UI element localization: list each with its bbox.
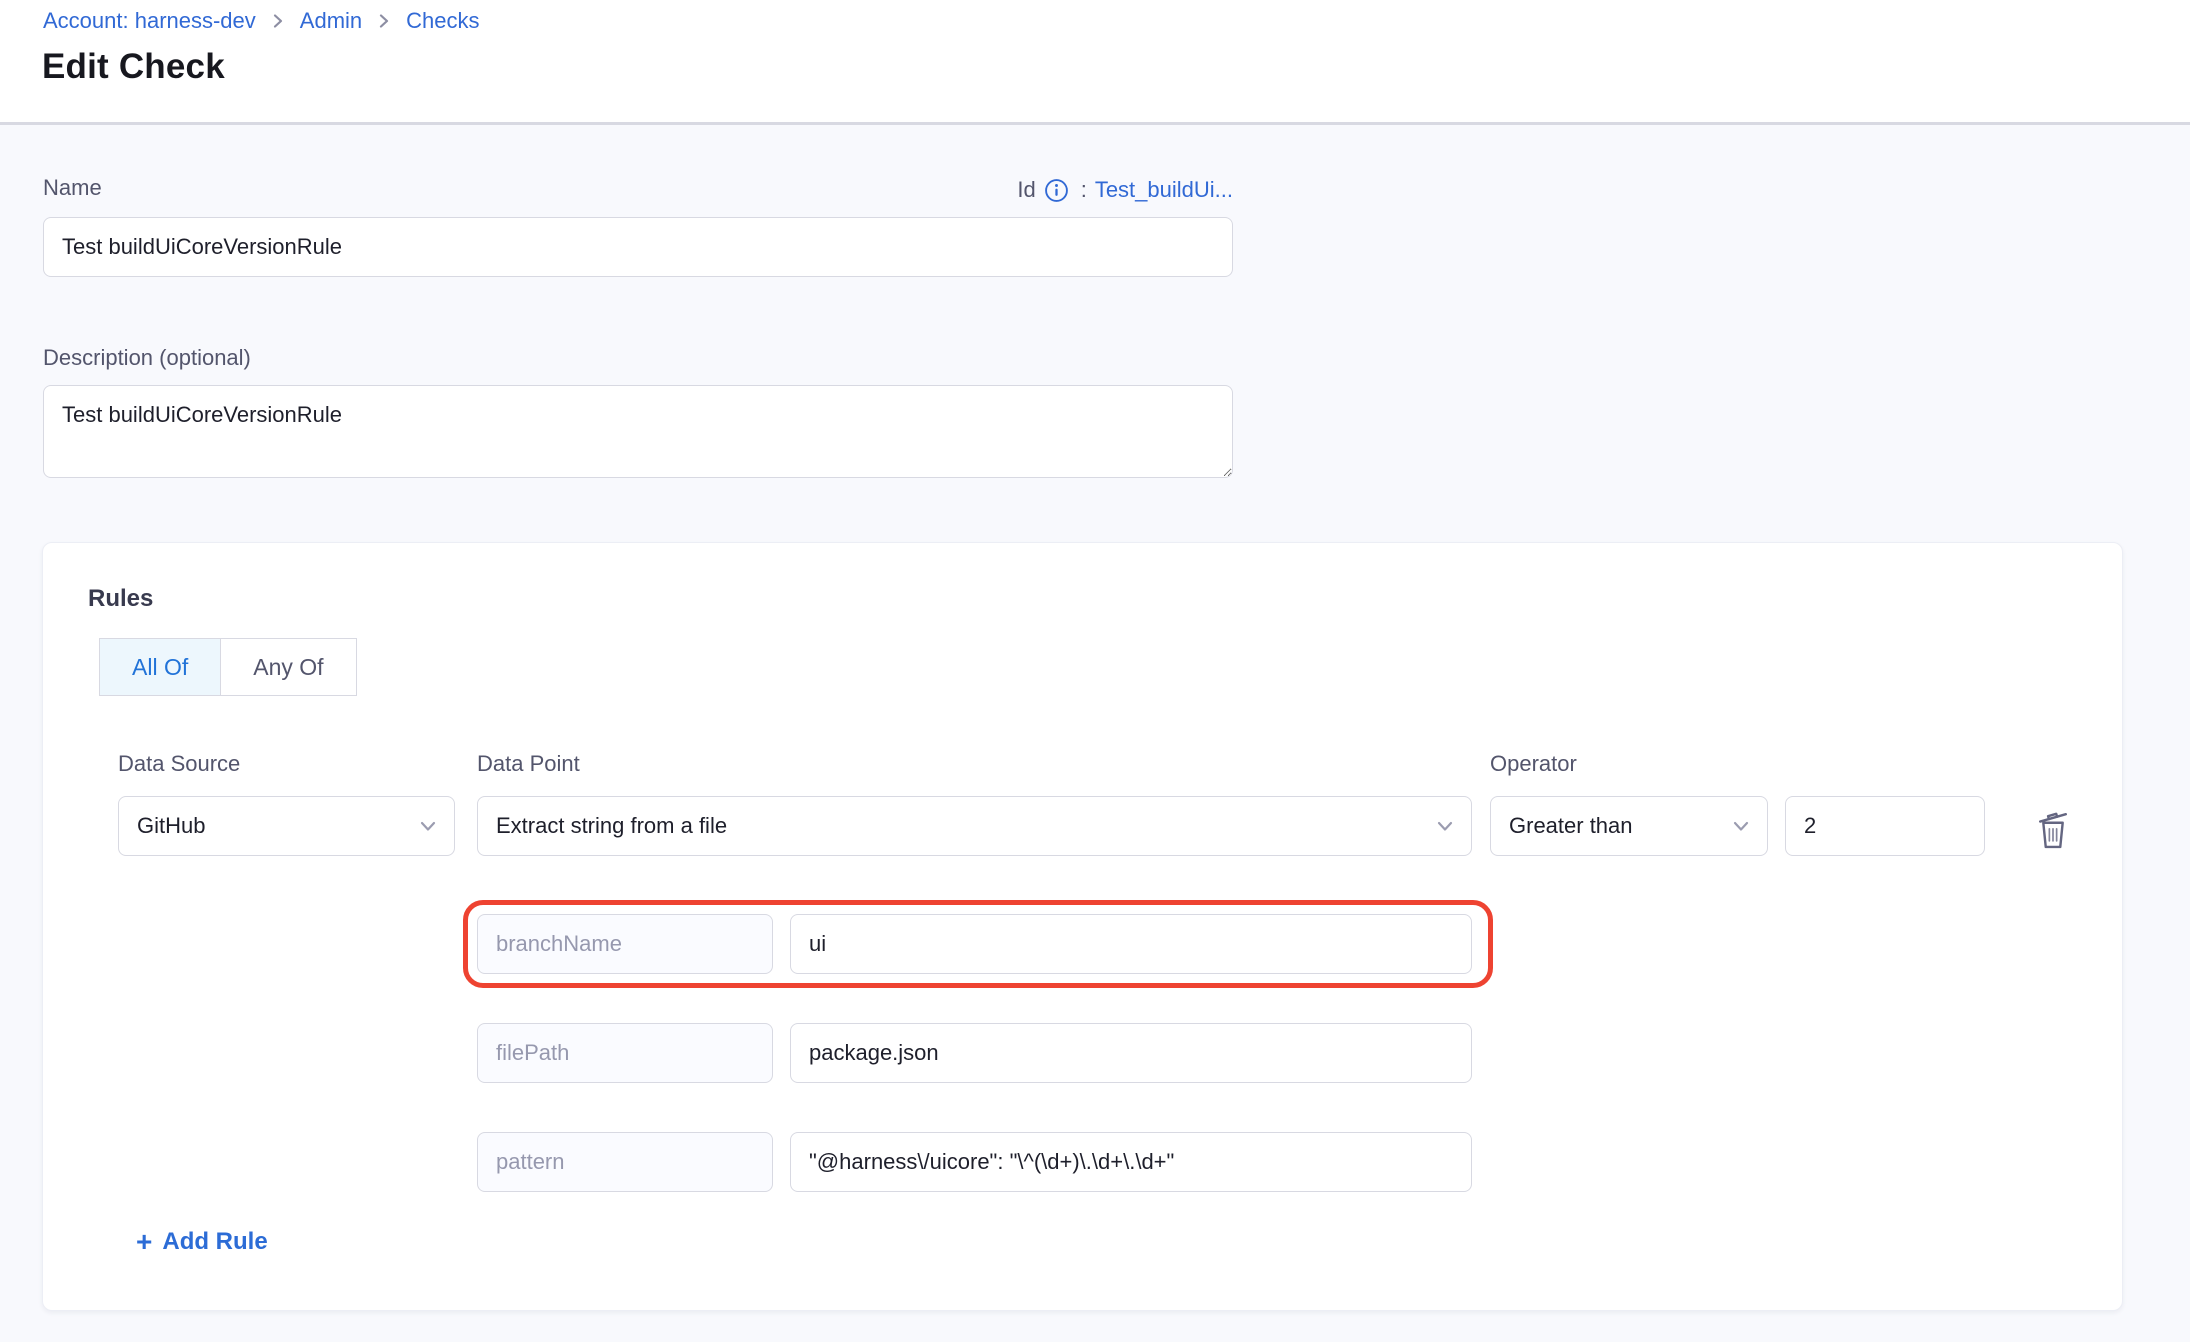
description-label: Description (optional) — [43, 345, 251, 371]
id-label: Id — [1017, 177, 1035, 203]
data-point-value: Extract string from a file — [496, 813, 727, 839]
trash-icon — [2032, 807, 2074, 853]
arg-value-branchname-input[interactable] — [790, 914, 1472, 974]
plus-icon: + — [136, 1228, 152, 1256]
data-source-label: Data Source — [118, 751, 240, 777]
rules-title: Rules — [88, 585, 153, 613]
arg-key-filepath: filePath — [477, 1023, 773, 1083]
data-source-select[interactable]: GitHub — [118, 796, 455, 856]
chevron-right-icon — [376, 13, 392, 29]
operator-select[interactable]: Greater than — [1490, 796, 1768, 856]
chevron-down-icon — [1731, 816, 1751, 836]
breadcrumb-admin-link[interactable]: Admin — [300, 8, 362, 34]
operator-label: Operator — [1490, 751, 1577, 777]
arg-value-filepath-input[interactable] — [790, 1023, 1472, 1083]
data-source-value: GitHub — [137, 813, 205, 839]
add-rule-button[interactable]: + Add Rule — [136, 1228, 268, 1256]
name-input[interactable] — [43, 217, 1233, 277]
arg-value-pattern-input[interactable] — [790, 1132, 1472, 1192]
info-icon[interactable] — [1044, 178, 1069, 203]
chevron-down-icon — [1435, 816, 1455, 836]
breadcrumb: Account: harness-dev Admin Checks — [43, 8, 480, 34]
breadcrumb-account-link[interactable]: Account: harness-dev — [43, 8, 256, 34]
rules-match-toggle: All Of Any Of — [99, 638, 357, 696]
operator-value-input[interactable] — [1785, 796, 1985, 856]
delete-rule-button[interactable] — [2028, 805, 2078, 855]
add-rule-label: Add Rule — [162, 1228, 267, 1256]
data-point-label: Data Point — [477, 751, 580, 777]
description-textarea[interactable]: Test buildUiCoreVersionRule — [43, 385, 1233, 478]
page-header: Account: harness-dev Admin Checks Edit C… — [0, 0, 2190, 125]
id-value-link[interactable]: Test_buildUi... — [1095, 177, 1233, 203]
arg-key-branchname: branchName — [477, 914, 773, 974]
any-of-button[interactable]: Any Of — [220, 638, 356, 696]
breadcrumb-checks-link[interactable]: Checks — [406, 8, 479, 34]
rules-card: Rules All Of Any Of Data Source Data Poi… — [42, 542, 2123, 1311]
operator-value: Greater than — [1509, 813, 1633, 839]
data-point-select[interactable]: Extract string from a file — [477, 796, 1472, 856]
arg-key-pattern: pattern — [477, 1132, 773, 1192]
id-colon: : — [1081, 177, 1087, 203]
id-row: Id : Test_buildUi... — [1017, 177, 1233, 203]
chevron-down-icon — [418, 816, 438, 836]
chevron-right-icon — [270, 13, 286, 29]
name-label: Name — [43, 175, 102, 201]
all-of-button[interactable]: All Of — [99, 638, 221, 696]
page-title: Edit Check — [42, 47, 225, 87]
